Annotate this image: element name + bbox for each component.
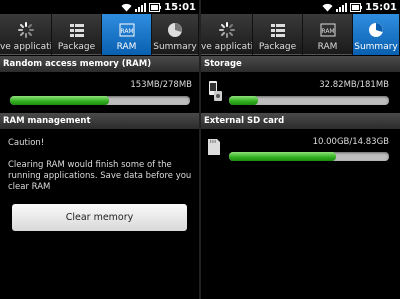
tab-bar: Active applications Package RAM RAM Summ… — [0, 14, 199, 55]
caution-label: Caution! — [8, 138, 45, 148]
package-list-icon — [52, 20, 101, 40]
package-list-icon — [253, 20, 302, 40]
tab-label: Active applications — [201, 42, 253, 52]
storage-usage-value: 32.82MB/181MB — [319, 80, 389, 90]
tab-active-applications[interactable]: Active applications — [201, 14, 253, 55]
ram-usage-fill — [10, 96, 109, 105]
tab-label: Package — [57, 42, 96, 52]
wifi-icon — [322, 3, 333, 12]
status-bar: 15:01 — [201, 0, 400, 14]
tab-active-applications[interactable]: Active applications — [0, 14, 52, 55]
tab-label: Package — [258, 42, 297, 52]
sd-card-usage-bar — [229, 152, 389, 161]
ram-pane: 15:01 Active applications Package RAM RA… — [0, 0, 199, 299]
clear-memory-button[interactable]: Clear memory — [12, 204, 187, 231]
svg-text:RAM: RAM — [120, 28, 133, 35]
sd-card-icon — [207, 138, 221, 160]
phone-storage-icon — [207, 80, 223, 106]
storage-usage-bar — [229, 96, 389, 105]
tab-summary[interactable]: Summary — [353, 14, 400, 55]
ram-chip-icon: RAM — [303, 20, 352, 40]
status-time: 15:01 — [365, 1, 397, 13]
summary-pane: 15:01 Active applications Package RAM RA… — [201, 0, 400, 299]
storage-usage-fill — [229, 96, 258, 105]
sd-card-usage-value: 10.00GB/14.83GB — [312, 137, 389, 147]
ram-chip-icon: RAM — [102, 20, 151, 40]
tab-label: Summary — [354, 42, 398, 52]
ram-section-header: Random access memory (RAM) — [0, 56, 199, 72]
tab-summary[interactable]: Summary — [152, 14, 199, 55]
ram-usage-bar — [10, 96, 190, 105]
pie-chart-icon — [152, 20, 198, 40]
caution-message: Clearing RAM would finish some of the ru… — [8, 160, 192, 192]
tab-bar: Active applications Package RAM RAM Summ… — [201, 14, 400, 55]
ram-management-header: RAM management — [0, 113, 199, 129]
tab-label: Summary — [153, 42, 197, 52]
signal-icon — [135, 2, 147, 12]
tab-label: Active applications — [0, 42, 52, 52]
tab-label: RAM — [116, 42, 137, 52]
ram-usage-value: 153MB/278MB — [130, 80, 192, 90]
status-bar: 15:01 — [0, 0, 199, 14]
tab-package[interactable]: Package — [52, 14, 102, 55]
sd-card-usage-fill — [229, 152, 337, 161]
tab-label: RAM — [317, 42, 338, 52]
signal-icon — [336, 2, 348, 12]
pie-chart-icon — [353, 20, 399, 40]
tab-ram[interactable]: RAM RAM — [102, 14, 152, 55]
svg-text:RAM: RAM — [321, 28, 334, 35]
battery-icon — [149, 2, 162, 12]
tab-package[interactable]: Package — [253, 14, 303, 55]
battery-icon — [350, 2, 363, 12]
tab-ram[interactable]: RAM RAM — [303, 14, 353, 55]
wifi-icon — [121, 3, 132, 12]
loading-spinner-icon — [0, 20, 51, 40]
sd-card-section-header: External SD card — [201, 113, 400, 129]
loading-spinner-icon — [201, 20, 252, 40]
storage-section-header: Storage — [201, 56, 400, 72]
status-time: 15:01 — [164, 1, 196, 13]
